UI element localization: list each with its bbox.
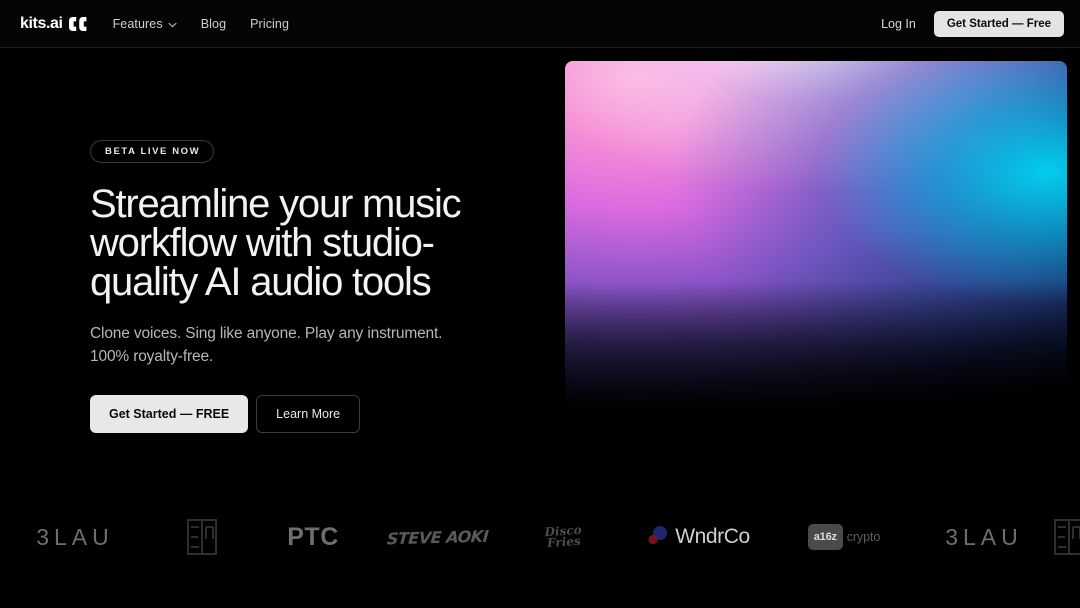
partner-logo-ea-repeat: [1054, 498, 1080, 576]
partner-logo-a16z-crypto: a16z crypto: [774, 498, 914, 576]
brand-logo-text: kits.ai: [20, 14, 63, 32]
hero-learn-more-button[interactable]: Learn More: [256, 395, 361, 433]
login-link[interactable]: Log In: [881, 17, 916, 31]
header-get-started-button[interactable]: Get Started — Free: [933, 10, 1064, 37]
partner-logo-steve-aoki-text: STEVE AOKI: [386, 526, 490, 548]
hero-subheadline: Clone voices. Sing like anyone. Play any…: [90, 325, 443, 365]
marquee-track[interactable]: 3LAU PTC STEVE AOKI Disco Fries WndrCo a…: [0, 498, 1080, 576]
disco-fries-line2: Fries: [547, 533, 582, 551]
a16z-badge: a16z: [807, 524, 843, 550]
brand-logo[interactable]: kits.ai: [20, 15, 87, 33]
nav-item-pricing[interactable]: Pricing: [250, 17, 289, 31]
ea-square-repeat-icon: [1054, 519, 1080, 555]
partner-logo-steve-aoki: STEVE AOKI: [372, 498, 504, 576]
header-actions: Log In Get Started — Free: [881, 10, 1064, 37]
primary-nav: Features Blog Pricing: [113, 17, 289, 31]
kits-double-chevron-icon: [68, 16, 87, 31]
nav-item-features-label: Features: [112, 16, 163, 31]
a16z-crypto-word: crypto: [846, 530, 881, 544]
partner-logo-disco-fries-text: Disco Fries: [545, 523, 583, 551]
wndrco-dots-icon: [648, 525, 668, 550]
hero-cta-row: Get Started — FREE Learn More: [90, 395, 540, 433]
nav-item-blog[interactable]: Blog: [201, 17, 226, 31]
partner-logo-3lau-text: 3LAU: [36, 523, 114, 550]
wndrco-lockup: WndrCo: [648, 525, 750, 550]
site-header: kits.ai Features Blog Pricing Log In Get…: [0, 0, 1080, 48]
hero-get-started-button[interactable]: Get Started — FREE: [90, 395, 249, 433]
partner-logo-ptc: PTC: [254, 498, 372, 576]
a16z-lockup: a16z crypto: [807, 524, 881, 550]
partner-logo-marquee: 3LAU PTC STEVE AOKI Disco Fries WndrCo a…: [0, 498, 1080, 576]
page-title: Streamline your music workflow with stud…: [90, 182, 462, 304]
chevron-down-icon: [168, 17, 177, 31]
hero-section: BETA LIVE NOW Streamline your music work…: [0, 48, 1080, 468]
partner-logo-disco-fries: Disco Fries: [504, 498, 624, 576]
nav-item-blog-label: Blog: [200, 16, 227, 31]
ea-square-icon: [187, 519, 217, 555]
partner-logo-wndrco-text: WndrCo: [675, 525, 750, 548]
partner-logo-3lau-repeat-text: 3LAU: [945, 523, 1023, 550]
partner-logo-wndrco: WndrCo: [624, 498, 774, 576]
hero-gradient-visual: [565, 61, 1067, 431]
beta-status-badge: BETA LIVE NOW: [90, 140, 215, 163]
nav-item-features[interactable]: Features: [113, 17, 177, 31]
partner-logo-ptc-text: PTC: [287, 522, 339, 551]
landing-page: kits.ai Features Blog Pricing Log In Get…: [0, 0, 1080, 608]
hero-copy: BETA LIVE NOW Streamline your music work…: [90, 140, 540, 433]
gradient-bottom-fade: [565, 281, 1067, 431]
partner-logo-3lau-repeat: 3LAU: [914, 498, 1054, 576]
nav-item-pricing-label: Pricing: [250, 16, 290, 31]
partner-logo-ea: [150, 498, 254, 576]
partner-logo-3lau: 3LAU: [0, 498, 150, 576]
